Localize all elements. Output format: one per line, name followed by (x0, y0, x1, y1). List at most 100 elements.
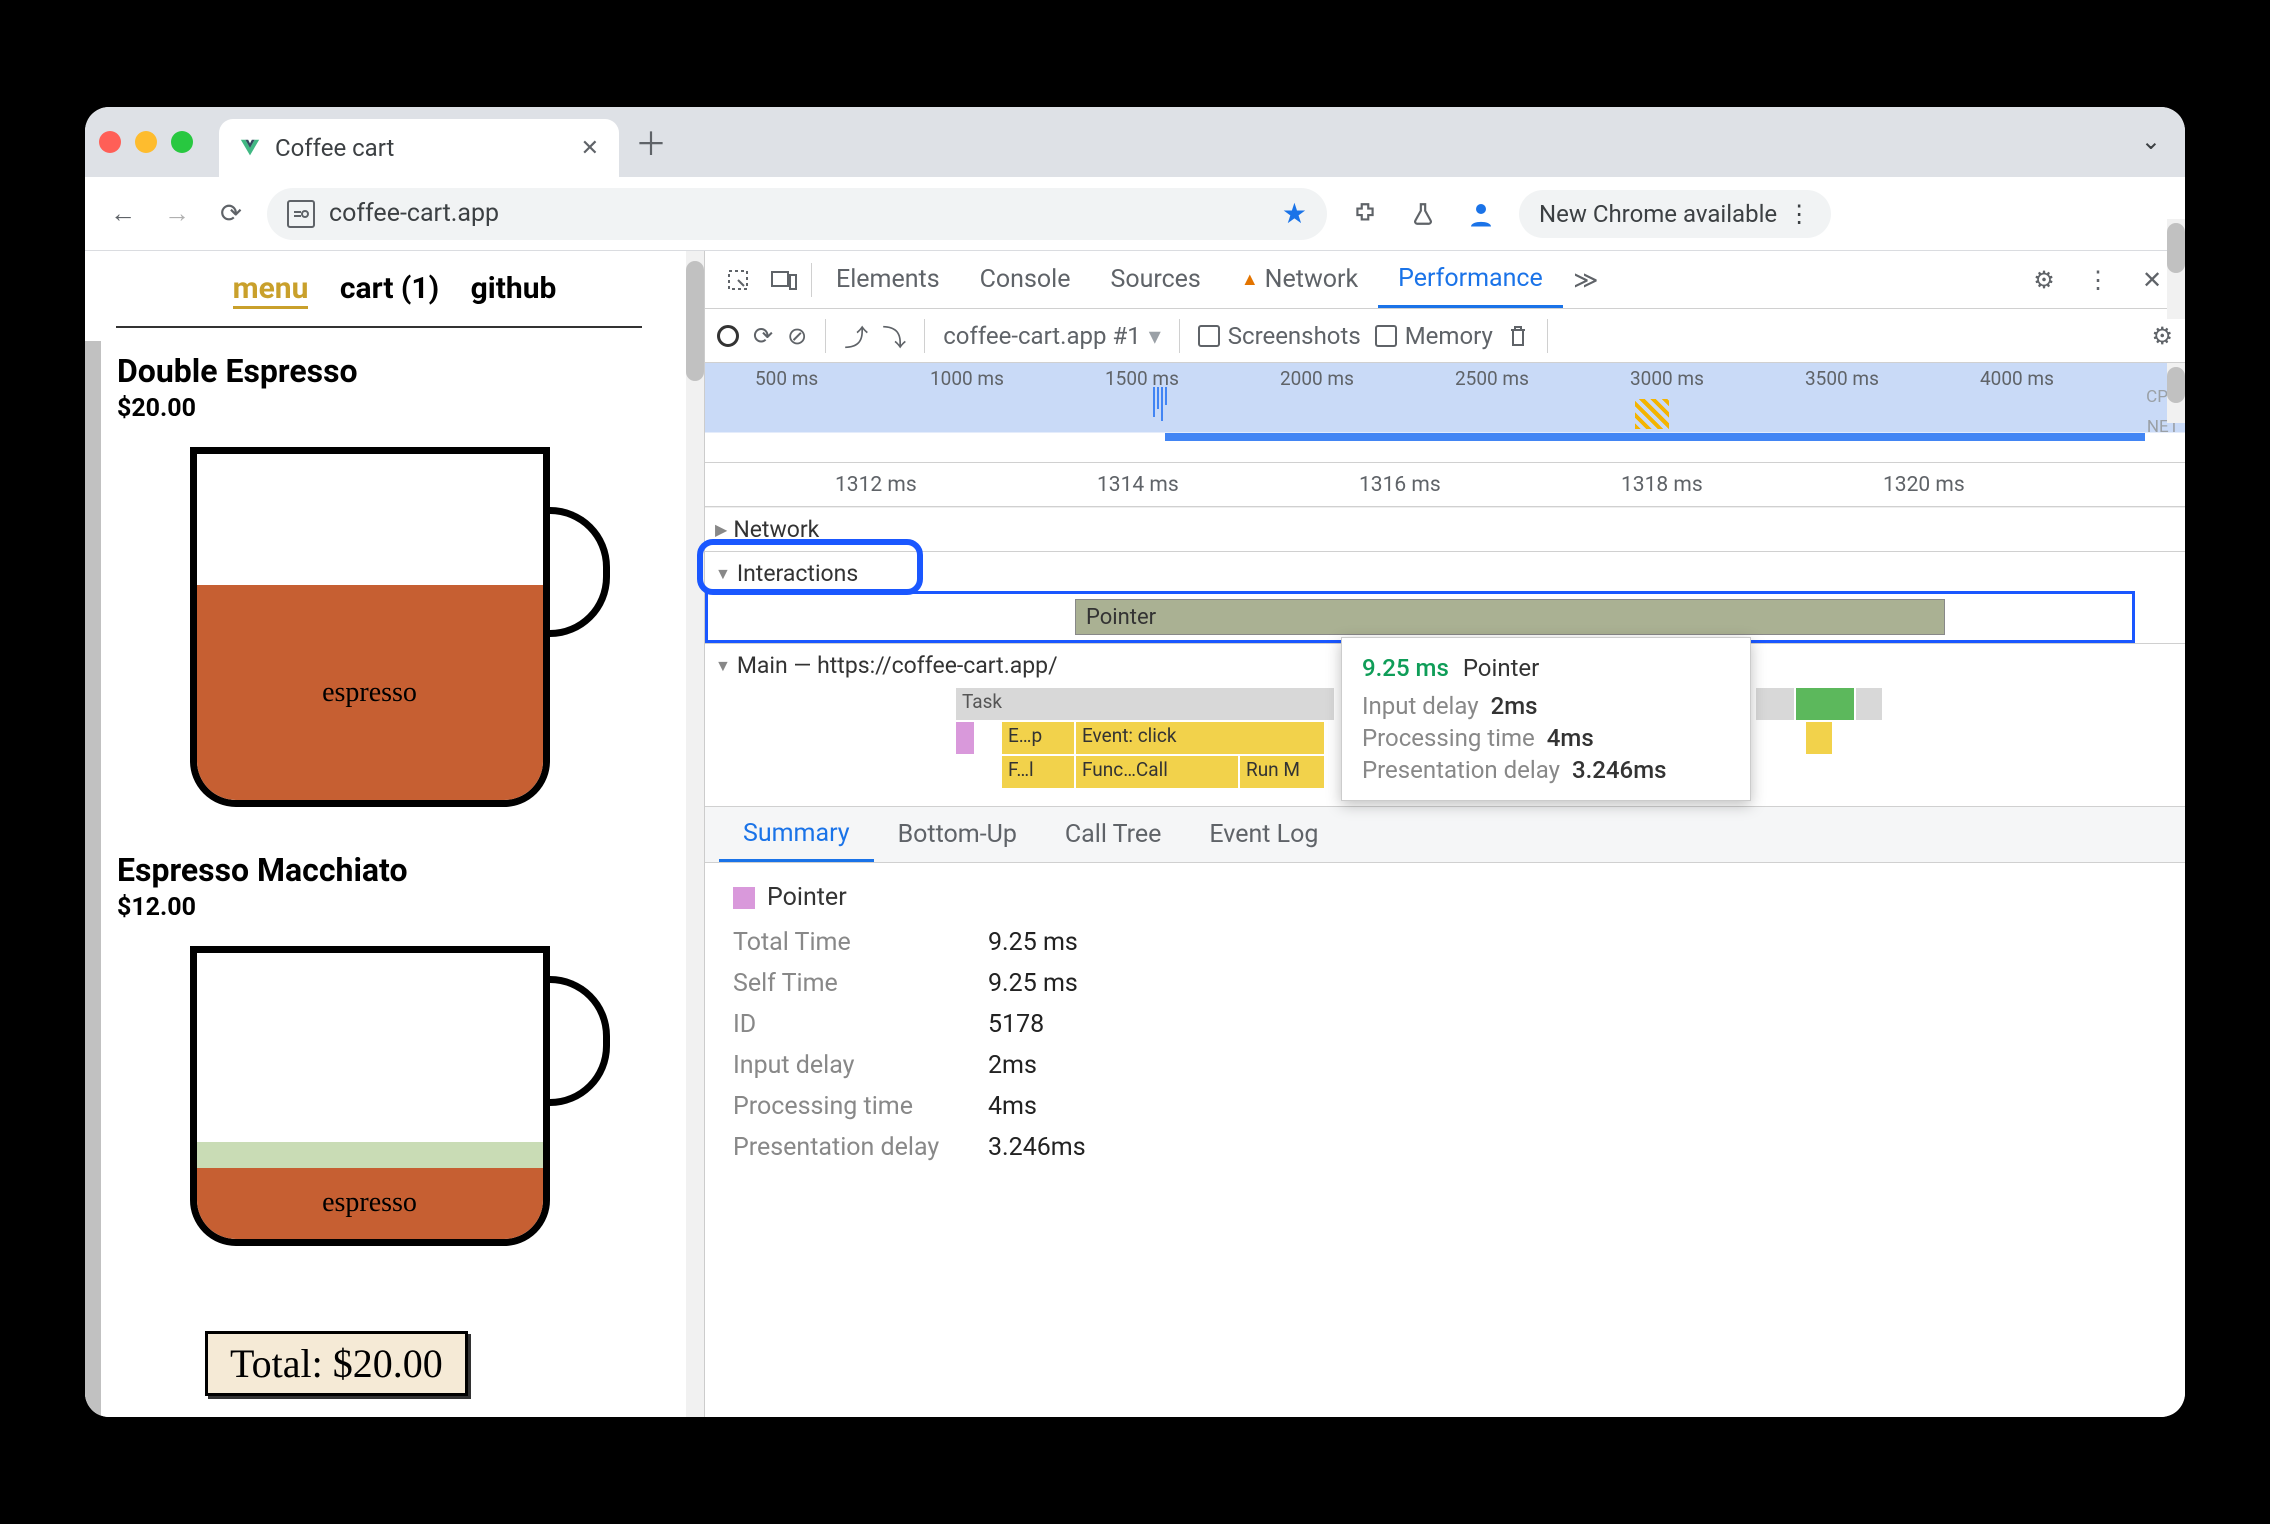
tab-elements[interactable]: Elements (816, 251, 960, 308)
event-tooltip: 9.25 msPointer Input delay2ms Processing… (1341, 637, 1751, 801)
update-chip-label: New Chrome available (1539, 200, 1777, 228)
update-chip[interactable]: New Chrome available ⋮ (1519, 190, 1831, 238)
devtools-scrollbar[interactable] (2167, 251, 2185, 319)
profile-avatar[interactable] (1461, 194, 1501, 234)
traffic-lights (99, 131, 193, 153)
summary-title: Pointer (733, 883, 2157, 912)
tab-call-tree[interactable]: Call Tree (1041, 807, 1186, 862)
flame-event-click[interactable]: Event: click (1075, 721, 1325, 755)
flame-runm[interactable]: Run M (1239, 755, 1325, 789)
devtools-panel: Elements Console Sources Network Perform… (705, 251, 2185, 1417)
interactions-track[interactable]: ▼Interactions (705, 551, 2185, 595)
browser-toolbar: ← → ⟳ coffee-cart.app ★ New Chrome avail… (85, 177, 2185, 251)
tracks-scrollbar[interactable] (2167, 363, 2185, 423)
summary-panel: Pointer Total Time9.25 ms Self Time9.25 … (705, 863, 2185, 1194)
flame-fl[interactable]: F…l (1001, 755, 1075, 789)
tracks-area: ▶Network ▼Interactions Pointer ▼Main — h… (705, 507, 2185, 807)
tab-close-icon[interactable]: ✕ (581, 136, 599, 161)
overview-ticks: 500 ms1000 ms1500 ms2000 ms2500 ms3000 m… (705, 363, 2185, 390)
record-button[interactable] (717, 325, 739, 347)
perf-toolbar: ⟳ ⊘ ⤴ ⤵ coffee-cart.app #1 ▾ Screenshots… (705, 309, 2185, 363)
more-tabs-icon[interactable]: ≫ (1563, 257, 1609, 303)
settings-gear-icon[interactable]: ⚙ (2021, 257, 2067, 303)
time-ruler[interactable]: 1312 ms1314 ms1316 ms1318 ms1320 ms (705, 463, 2185, 507)
address-bar[interactable]: coffee-cart.app ★ (267, 188, 1327, 240)
yellow-bar[interactable] (1805, 721, 1833, 755)
close-window[interactable] (99, 131, 121, 153)
hatch-marker (1635, 399, 1669, 429)
browser-tab[interactable]: Coffee cart ✕ (219, 119, 619, 177)
viewport: menu cart (1) github Double Espresso $20… (85, 251, 2185, 1417)
task-bar[interactable] (1755, 687, 1795, 721)
product-card: Double Espresso $20.00 espresso (85, 328, 704, 827)
bookmark-star-icon[interactable]: ★ (1282, 197, 1307, 230)
minimize-window[interactable] (135, 131, 157, 153)
browser-window: Coffee cart ✕ ＋ ⌄ ← → ⟳ coffee-cart.app … (85, 107, 2185, 1417)
net-bar (1165, 433, 2145, 441)
clear-icon[interactable]: ⊘ (787, 322, 807, 350)
back-button[interactable]: ← (105, 196, 141, 232)
flame-funccall[interactable]: Func…Call (1075, 755, 1239, 789)
overview-minimap[interactable]: 500 ms1000 ms1500 ms2000 ms2500 ms3000 m… (705, 363, 2185, 463)
inspect-icon[interactable] (715, 257, 761, 303)
tab-performance[interactable]: Performance (1378, 251, 1563, 308)
nav-menu[interactable]: menu (233, 271, 309, 309)
flame-chart[interactable]: Task E…p Event: click (705, 687, 2185, 807)
tabs-menu-icon[interactable]: ⌄ (2141, 127, 2161, 155)
product-price: $12.00 (117, 893, 672, 922)
upload-icon[interactable]: ⤴ (844, 318, 868, 353)
kebab-icon: ⋮ (1787, 200, 1811, 228)
task-bar[interactable] (1855, 687, 1883, 721)
gc-icon[interactable] (1507, 324, 1529, 348)
kebab-icon[interactable]: ⋮ (2075, 257, 2121, 303)
download-icon[interactable]: ⤵ (882, 318, 906, 353)
mug-graphic[interactable]: espresso (170, 936, 620, 1196)
maximize-window[interactable] (171, 131, 193, 153)
devtools-tabs: Elements Console Sources Network Perform… (705, 251, 2185, 309)
tab-network[interactable]: Network (1221, 251, 1378, 308)
tab-sources[interactable]: Sources (1090, 251, 1220, 308)
product-name: Espresso Macchiato (117, 851, 672, 889)
tab-console[interactable]: Console (960, 251, 1091, 308)
nav-cart[interactable]: cart (1) (340, 271, 439, 306)
left-scrollbar-shadow (85, 341, 101, 1417)
titlebar: Coffee cart ✕ ＋ ⌄ (85, 107, 2185, 177)
product-price: $20.00 (117, 394, 672, 423)
mug-graphic[interactable]: espresso (170, 437, 620, 817)
labs-icon[interactable] (1403, 194, 1443, 234)
product-card: Espresso Macchiato $12.00 espresso (85, 827, 704, 1206)
reload-record-icon[interactable]: ⟳ (753, 322, 773, 350)
nav-github[interactable]: github (471, 271, 557, 306)
cpu-spike (1153, 387, 1167, 421)
site-info-icon[interactable] (287, 200, 315, 228)
screenshots-checkbox[interactable]: Screenshots (1198, 322, 1361, 350)
perf-settings-icon[interactable]: ⚙ (2151, 322, 2173, 350)
green-bar[interactable] (1795, 687, 1855, 721)
flame-ep[interactable]: E…p (1001, 721, 1075, 755)
product-name: Double Espresso (117, 352, 672, 390)
tab-event-log[interactable]: Event Log (1185, 807, 1342, 862)
fill-label: espresso (197, 585, 543, 800)
page-nav: menu cart (1) github (85, 251, 704, 326)
tab-summary[interactable]: Summary (719, 807, 874, 862)
device-toggle-icon[interactable] (761, 257, 807, 303)
pointer-event-bar[interactable]: Pointer (1075, 599, 1945, 635)
memory-checkbox[interactable]: Memory (1375, 322, 1493, 350)
network-track[interactable]: ▶Network (705, 507, 2185, 551)
interactions-highlight (697, 539, 923, 595)
forward-button[interactable]: → (159, 196, 195, 232)
reload-button[interactable]: ⟳ (213, 196, 249, 232)
new-tab-button[interactable]: ＋ (635, 119, 667, 165)
extensions-icon[interactable] (1345, 194, 1385, 234)
recording-selector[interactable]: coffee-cart.app #1 ▾ (943, 322, 1161, 350)
pink-bar[interactable] (955, 721, 975, 755)
vue-icon (239, 137, 261, 159)
color-swatch (733, 887, 755, 909)
details-tabs: Summary Bottom-Up Call Tree Event Log (705, 807, 2185, 863)
cart-total-badge[interactable]: Total: $20.00 (205, 1331, 468, 1396)
task-bar[interactable]: Task (955, 687, 1335, 721)
page-scrollbar[interactable] (686, 251, 704, 1417)
url-text: coffee-cart.app (329, 199, 499, 228)
tab-bottom-up[interactable]: Bottom-Up (874, 807, 1041, 862)
web-page: menu cart (1) github Double Espresso $20… (85, 251, 705, 1417)
